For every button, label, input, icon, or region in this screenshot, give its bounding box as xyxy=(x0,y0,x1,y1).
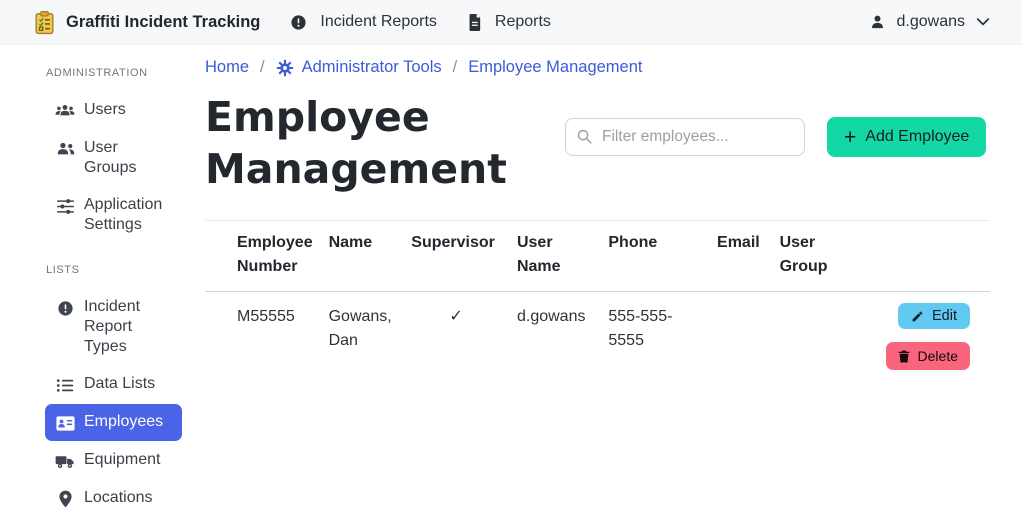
sidebar-item-label: Data Lists xyxy=(84,375,156,392)
sidebar-item-employees[interactable]: Employees xyxy=(45,404,182,441)
document-icon xyxy=(467,13,482,31)
breadcrumb-separator: / xyxy=(260,58,265,76)
sidebar-item-user-groups[interactable]: User Groups xyxy=(45,130,182,186)
main-content: Home / Administrator Tools / Employee Ma… xyxy=(196,45,1022,488)
col-header-supervisor: Supervisor xyxy=(403,220,509,293)
id-card-icon xyxy=(55,413,75,433)
table-header-row: Employee Number Name Supervisor User Nam… xyxy=(205,220,990,293)
clipboard-logo-icon xyxy=(32,10,57,35)
cell-user-name: d.gowans xyxy=(516,308,586,326)
edit-button[interactable]: Edit xyxy=(898,303,970,330)
add-employee-button[interactable]: + Add Employee xyxy=(827,117,987,157)
breadcrumb-label: Administrator Tools xyxy=(301,58,442,76)
sidebar-item-label: Users xyxy=(84,101,126,118)
breadcrumb-label: Employee Management xyxy=(468,58,643,76)
delete-button[interactable]: Delete xyxy=(885,342,970,371)
col-header-actions xyxy=(850,220,990,293)
section-label-administration: ADMINISTRATION xyxy=(46,67,148,79)
sidebar-item-label: Application Settings xyxy=(84,196,163,233)
sidebar-item-label: Locations xyxy=(84,489,153,506)
cell-email xyxy=(709,292,772,384)
admin-sidebar: ADMINISTRATION Users User Groups Applica… xyxy=(0,45,196,508)
col-header-name: Name xyxy=(320,220,404,293)
nav-reports[interactable]: Reports xyxy=(467,13,551,31)
col-header-user-name: User Name xyxy=(508,220,601,293)
col-header-phone: Phone xyxy=(600,220,710,293)
truck-icon xyxy=(55,451,75,471)
search-icon xyxy=(576,128,593,145)
chevron-down-icon xyxy=(976,17,990,27)
filter-employees-input[interactable] xyxy=(565,118,805,156)
delete-label: Delete xyxy=(917,348,958,365)
cell-user-group xyxy=(772,292,851,384)
map-pin-icon xyxy=(55,489,75,509)
sidebar-item-application-settings[interactable]: Application Settings xyxy=(45,187,182,243)
sidebar-item-label: Equipment xyxy=(84,451,161,468)
sidebar-item-data-lists[interactable]: Data Lists xyxy=(45,366,182,403)
users-icon xyxy=(55,101,75,121)
user-menu[interactable]: d.gowans xyxy=(869,13,991,31)
breadcrumb-home[interactable]: Home xyxy=(205,58,249,77)
row-actions: Edit Delete xyxy=(858,303,982,371)
exclamation-circle-icon xyxy=(290,14,307,31)
exclamation-circle-icon xyxy=(55,298,75,318)
filter-search xyxy=(565,118,805,156)
add-employee-label: Add Employee xyxy=(865,128,970,145)
sidebar-item-label: User Groups xyxy=(84,139,137,176)
edit-label: Edit xyxy=(932,308,957,325)
app-brand[interactable]: Graffiti Incident Tracking xyxy=(32,10,260,35)
nav-link-label: Incident Reports xyxy=(320,13,437,30)
nav-incident-reports[interactable]: Incident Reports xyxy=(290,13,437,31)
page-title: Employee Management xyxy=(205,93,507,194)
user-group-icon xyxy=(55,139,75,159)
person-icon xyxy=(869,14,886,31)
app-title: Graffiti Incident Tracking xyxy=(66,12,261,31)
sidebar-item-label: Employees xyxy=(84,413,164,430)
sidebar-item-locations[interactable]: Locations xyxy=(45,480,182,517)
plus-icon: + xyxy=(844,125,857,149)
table-row: M55555 Gowans, Dan ✓ d.gowans 555-555-55… xyxy=(205,292,990,384)
top-navbar: Graffiti Incident Tracking Incident Repo… xyxy=(0,0,1022,45)
sidebar-item-label: Incident Report Types xyxy=(84,298,141,355)
gear-icon xyxy=(276,59,294,77)
employees-table: Employee Number Name Supervisor User Nam… xyxy=(205,220,990,383)
trash-icon xyxy=(898,350,910,363)
col-header-employee-number: Employee Number xyxy=(205,220,321,293)
col-header-user-group: User Group xyxy=(771,220,851,293)
cell-employee-number: M55555 xyxy=(237,308,295,326)
nav-link-label: Reports xyxy=(494,13,551,30)
list-icon xyxy=(55,375,75,395)
navbar-links: Incident Reports Reports xyxy=(290,13,551,31)
col-header-email: Email xyxy=(709,220,772,293)
breadcrumb-label: Home xyxy=(205,58,250,76)
breadcrumb-employee-management[interactable]: Employee Management xyxy=(468,58,642,77)
breadcrumb-administrator-tools[interactable]: Administrator Tools xyxy=(276,58,442,77)
sliders-icon xyxy=(55,196,75,216)
sidebar-item-equipment[interactable]: Equipment xyxy=(45,442,182,479)
page-header: Employee Management + Add Employee xyxy=(205,91,990,195)
sidebar-item-incident-report-types[interactable]: Incident Report Types xyxy=(45,289,182,365)
section-label-lists: LISTS xyxy=(46,264,80,276)
breadcrumb: Home / Administrator Tools / Employee Ma… xyxy=(205,58,990,77)
user-name-label: d.gowans xyxy=(896,13,966,30)
cell-supervisor-check: ✓ xyxy=(449,308,463,326)
sidebar-item-users[interactable]: Users xyxy=(45,92,182,129)
breadcrumb-separator: / xyxy=(452,58,458,76)
cell-name: Gowans, Dan xyxy=(328,308,392,350)
cell-phone: 555-555-5555 xyxy=(608,308,673,350)
pencil-icon xyxy=(911,310,924,323)
